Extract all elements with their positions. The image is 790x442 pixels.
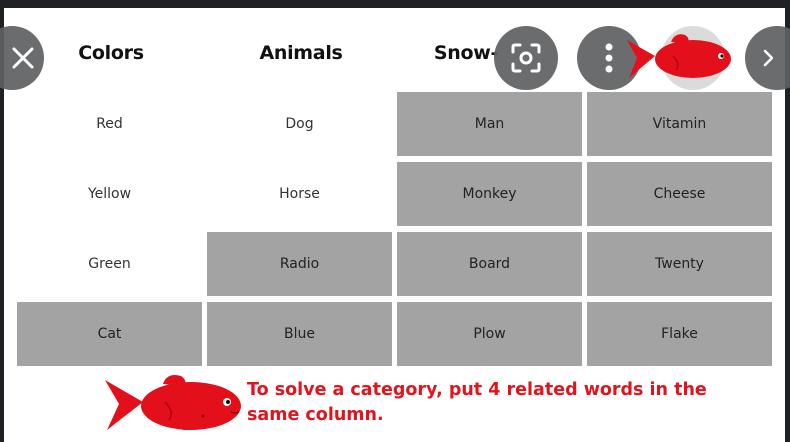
grid-cell[interactable]: Blue [207, 302, 392, 366]
grid-cell[interactable]: Cheese [587, 162, 772, 226]
lens-button[interactable] [494, 26, 558, 90]
fish-mascot-icon [105, 375, 241, 430]
instruction-line-2: same column. [247, 405, 384, 425]
grid-cell[interactable]: Radio [207, 232, 392, 296]
grid-cell[interactable]: Man [397, 92, 582, 156]
grid-cell[interactable]: Plow [397, 302, 582, 366]
chevron-right-icon [763, 49, 774, 67]
close-icon [12, 47, 34, 69]
grid-cell[interactable]: Twenty [587, 232, 772, 296]
more-vert-icon [605, 43, 613, 73]
fish-mascot-top-icon [627, 34, 731, 78]
instruction-line-1: To solve a category, put 4 related words… [247, 380, 707, 400]
grid-cell[interactable]: Flake [587, 302, 772, 366]
grid-cell[interactable]: Monkey [397, 162, 582, 226]
grid-cell[interactable]: Cat [17, 302, 202, 366]
lens-scan-icon [511, 43, 541, 73]
grid-cell[interactable]: Horse [207, 162, 392, 226]
column-header-animals: Animals [259, 42, 343, 64]
grid-cell[interactable]: Dog [207, 92, 392, 156]
grid-cell[interactable]: Vitamin [587, 92, 772, 156]
grid-cell[interactable]: Yellow [17, 162, 202, 226]
grid-cell[interactable]: Green [17, 232, 202, 296]
grid-cell[interactable]: Board [397, 232, 582, 296]
instruction-text: To solve a category, put 4 related words… [247, 378, 717, 428]
column-header-colors: Colors [78, 42, 144, 64]
grid-cell[interactable]: Red [17, 92, 202, 156]
